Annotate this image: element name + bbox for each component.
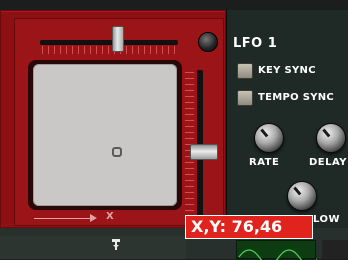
key-sync-label: KEY SYNC bbox=[258, 65, 316, 76]
delay-knob[interactable] bbox=[316, 123, 346, 153]
x-axis-arrow bbox=[34, 218, 94, 219]
scope-display bbox=[236, 240, 317, 260]
bottom-right-panel bbox=[322, 240, 348, 259]
xy-pad[interactable] bbox=[33, 64, 177, 206]
low-knob-label: LOW bbox=[313, 214, 341, 225]
tempo-sync-label: TEMPO SYNC bbox=[258, 92, 335, 103]
x-axis-label: X bbox=[106, 211, 114, 222]
xy-value-tooltip: X,Y: 76,46 bbox=[185, 215, 313, 239]
horizontal-slider-ticks bbox=[42, 46, 176, 54]
rate-knob-label: RATE bbox=[249, 157, 280, 168]
pin-icon[interactable] bbox=[110, 238, 122, 254]
key-sync-button[interactable] bbox=[237, 63, 253, 79]
tempo-sync-button[interactable] bbox=[237, 90, 253, 106]
delay-knob-label: DELAY bbox=[309, 157, 348, 168]
lfo-title: LFO 1 bbox=[233, 36, 278, 51]
bottom-left-panel bbox=[0, 236, 186, 259]
x-axis-arrow-icon bbox=[90, 214, 97, 222]
knob-icon[interactable] bbox=[198, 32, 218, 52]
rate-knob[interactable] bbox=[254, 123, 284, 153]
horizontal-slider-track[interactable] bbox=[40, 40, 178, 45]
low-knob[interactable] bbox=[287, 181, 317, 211]
vertical-slider-handle[interactable] bbox=[190, 144, 218, 160]
xy-pad-cursor[interactable] bbox=[112, 147, 122, 157]
horizontal-slider-handle[interactable] bbox=[112, 26, 124, 52]
top-strip bbox=[0, 0, 348, 10]
